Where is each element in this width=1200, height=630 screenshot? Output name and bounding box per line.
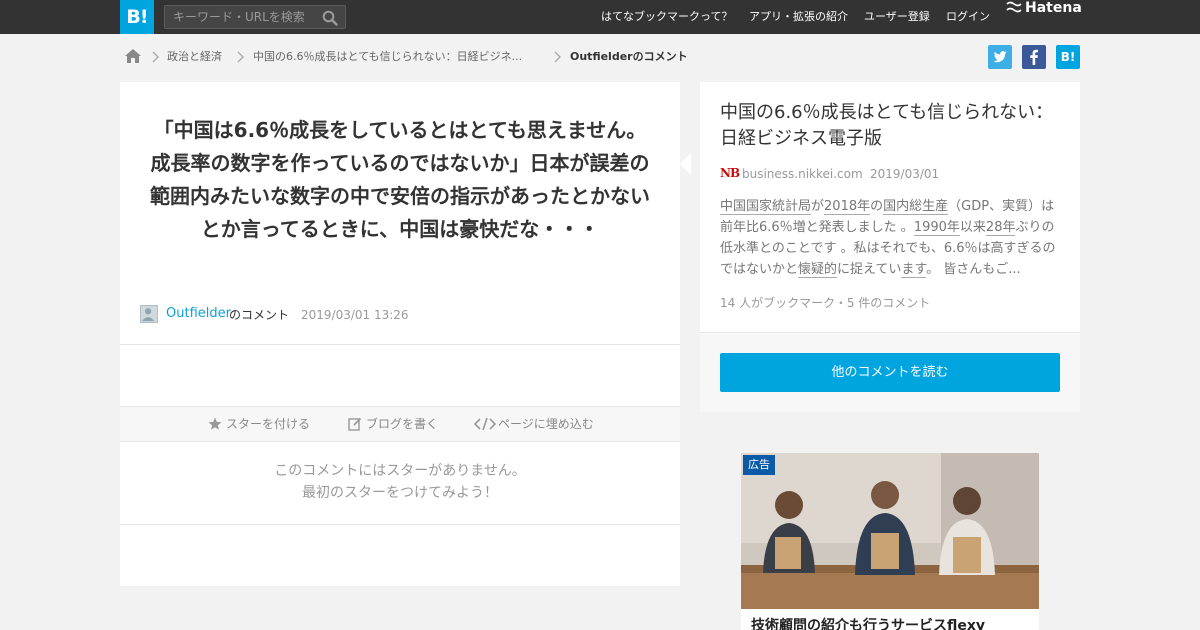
summary-text: 以来 <box>959 220 986 235</box>
no-star-message: このコメントにはスターがありません。 最初のスターをつけてみよう！ <box>120 460 680 504</box>
summary-text: が <box>811 199 825 214</box>
edit-icon <box>348 417 362 431</box>
write-blog-label: ブログを書く <box>366 417 439 431</box>
hatena-share-button[interactable]: B! <box>1056 45 1080 69</box>
add-star-label: スターを付ける <box>226 417 311 431</box>
divider <box>120 344 680 345</box>
hatena-brand[interactable]: Hatena <box>1006 0 1082 34</box>
comment-timestamp[interactable]: 2019/03/01 13:26 <box>301 305 409 325</box>
nav-apps[interactable]: アプリ・拡張の紹介 <box>749 0 848 34</box>
global-header: B! はてなブックマークって？ アプリ・拡張の紹介 ユーザー登録 ログイン Ha… <box>0 0 1200 34</box>
summary-text: の <box>870 199 884 214</box>
keyword-link[interactable]: 1990年 <box>913 220 960 236</box>
summary-text: に捉えてい <box>837 262 902 277</box>
search-input[interactable] <box>165 6 315 28</box>
embed-button[interactable]: ページに埋め込む <box>474 407 594 441</box>
ad-unit[interactable]: 広告 技術顧問の紹介も行うサービスflexy <box>741 453 1039 630</box>
author-suffix: のコメント <box>229 308 290 322</box>
bookmark-count[interactable]: 14 人がブックマーク・5 件のコメント <box>720 294 930 311</box>
author-link[interactable]: Outfielder <box>166 304 231 324</box>
keyword-link[interactable]: ます <box>901 262 927 278</box>
breadcrumb-current: Outfielderのコメント <box>570 50 688 63</box>
entry-title[interactable]: 中国の6.6％成長はとても信じられない：日経ビジネス電子版 <box>720 100 1065 152</box>
keyword-link[interactable]: 懐疑的 <box>798 262 838 278</box>
home-icon[interactable] <box>124 48 142 64</box>
comment-text: 「中国は6.6％成長をしているとはとても思えません。成長率の数字を作っているので… <box>150 118 650 241</box>
write-blog-button[interactable]: ブログを書く <box>348 407 438 441</box>
no-star-line1: このコメントにはスターがありません。 <box>274 463 526 479</box>
comment-card: 「中国は6.6％成長をしているとはとても思えません。成長率の数字を作っているので… <box>120 82 680 586</box>
nav-register[interactable]: ユーザー登録 <box>864 0 930 34</box>
summary-text: 。 皆さんもご... <box>926 262 1021 277</box>
chevron-right-icon <box>554 51 561 63</box>
breadcrumb-entry[interactable]: 中国の6.6％成長はとても信じられない：日経ビジネ... <box>253 48 522 66</box>
comment-actions: スターを付ける ブログを書く ページに埋め込む <box>120 406 680 442</box>
twitter-share-button[interactable] <box>988 45 1012 69</box>
entry-date: 2019/03/01 <box>870 167 940 181</box>
add-star-button[interactable]: スターを付ける <box>208 407 310 441</box>
facebook-icon <box>1030 49 1038 65</box>
keyword-link[interactable]: 28年 <box>985 220 1016 236</box>
avatar[interactable] <box>140 305 158 323</box>
embed-label: ページに埋め込む <box>498 417 594 431</box>
divider <box>120 524 680 525</box>
keyword-link[interactable]: 2018年 <box>824 199 871 215</box>
star-icon <box>208 417 222 430</box>
ad-photo[interactable] <box>741 453 1039 609</box>
entry-card: 中国の6.6％成長はとても信じられない：日経ビジネス電子版 NB busines… <box>700 82 1080 412</box>
hatena-brand-label: Hatena <box>1025 0 1082 16</box>
keyword-link[interactable]: 中国国家統計局 <box>720 199 812 215</box>
twitter-icon <box>993 51 1007 63</box>
user-silhouette-icon <box>141 308 155 322</box>
ad-badge: 広告 <box>743 455 775 475</box>
facebook-share-button[interactable] <box>1022 45 1046 69</box>
no-star-line2: 最初のスターをつけてみよう！ <box>302 485 498 501</box>
entry-summary: 中国国家統計局が2018年の国内総生産（GDP、実質）は前年比6.6％増と発表し… <box>720 196 1062 280</box>
search-icon[interactable] <box>322 10 338 26</box>
hatena-bookmark-logo[interactable]: B! <box>120 0 154 34</box>
ad-title[interactable]: 技術顧問の紹介も行うサービスflexy <box>751 615 985 630</box>
breadcrumb-category[interactable]: 政治と経済 <box>167 48 222 66</box>
nav-login[interactable]: ログイン <box>946 0 990 34</box>
read-comments-button[interactable]: 他のコメントを読む <box>720 353 1060 392</box>
hatena-mark-icon <box>1006 1 1022 13</box>
code-icon <box>474 417 496 431</box>
chevron-right-icon <box>237 51 244 63</box>
nikkei-business-logo: NB <box>720 166 740 180</box>
card-pointer <box>680 153 691 175</box>
search-box[interactable] <box>164 5 346 29</box>
keyword-link[interactable]: 国内総生産 <box>883 199 949 215</box>
nav-about[interactable]: はてなブックマークって？ <box>601 0 732 34</box>
chevron-right-icon <box>152 51 159 63</box>
entry-card-footer: 他のコメントを読む <box>700 333 1080 412</box>
entry-domain[interactable]: business.nikkei.com <box>742 167 863 181</box>
